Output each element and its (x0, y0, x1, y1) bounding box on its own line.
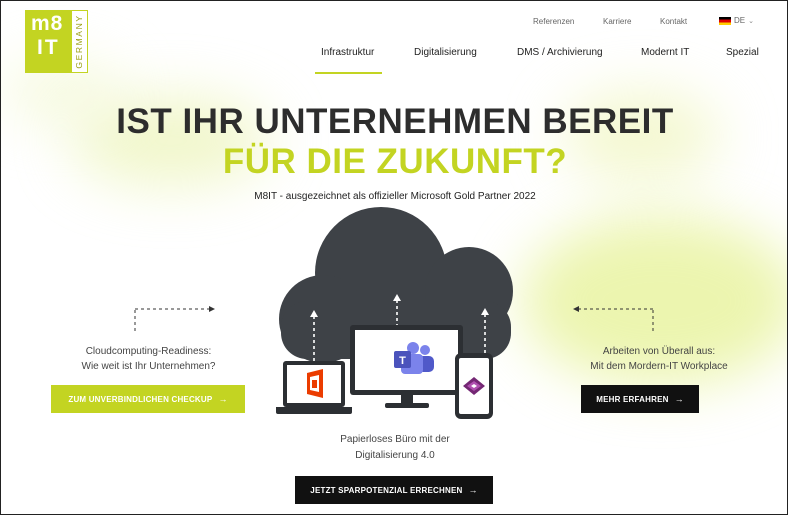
checkup-button[interactable]: ZUM UNVERBINDLICHEN CHECKUP → (51, 385, 245, 413)
office-icon (307, 369, 323, 398)
right-feature-subtitle: Mit dem Mordern-IT Workplace (590, 361, 728, 372)
sparpotenzial-button[interactable]: JETZT SPARPOTENZIAL ERRECHNEN → (295, 476, 493, 504)
left-feature-title: Cloudcomputing-Readiness: (85, 346, 212, 357)
page: m8 IT GERMANY Referenzen Karriere Kontak… (0, 0, 788, 515)
arrow-right-icon: → (468, 485, 478, 495)
left-feature-subtitle: Wie weit ist Ihr Unternehmen? (81, 361, 216, 372)
bottom-feature-subtitle: Digitalisierung 4.0 (355, 450, 435, 461)
dashed-arrow-right-icon (579, 308, 654, 331)
monitor-device: T (350, 325, 463, 408)
mehr-erfahren-button[interactable]: MEHR ERFAHREN → (581, 385, 699, 413)
dashed-arrow-left-icon (134, 308, 209, 331)
checkup-button-label: ZUM UNVERBINDLICHEN CHECKUP (68, 394, 213, 404)
mehr-erfahren-button-label: MEHR ERFAHREN (596, 394, 669, 404)
arrow-right-icon: → (218, 394, 228, 404)
phone-device (455, 353, 493, 419)
arrow-right-icon: → (674, 394, 684, 404)
right-feature-title: Arbeiten von Überall aus: (602, 346, 716, 357)
svg-text:T: T (399, 355, 406, 367)
bottom-feature-title: Papierloses Büro mit der (340, 434, 450, 445)
sparpotenzial-button-label: JETZT SPARPOTENZIAL ERRECHNEN (310, 485, 463, 495)
